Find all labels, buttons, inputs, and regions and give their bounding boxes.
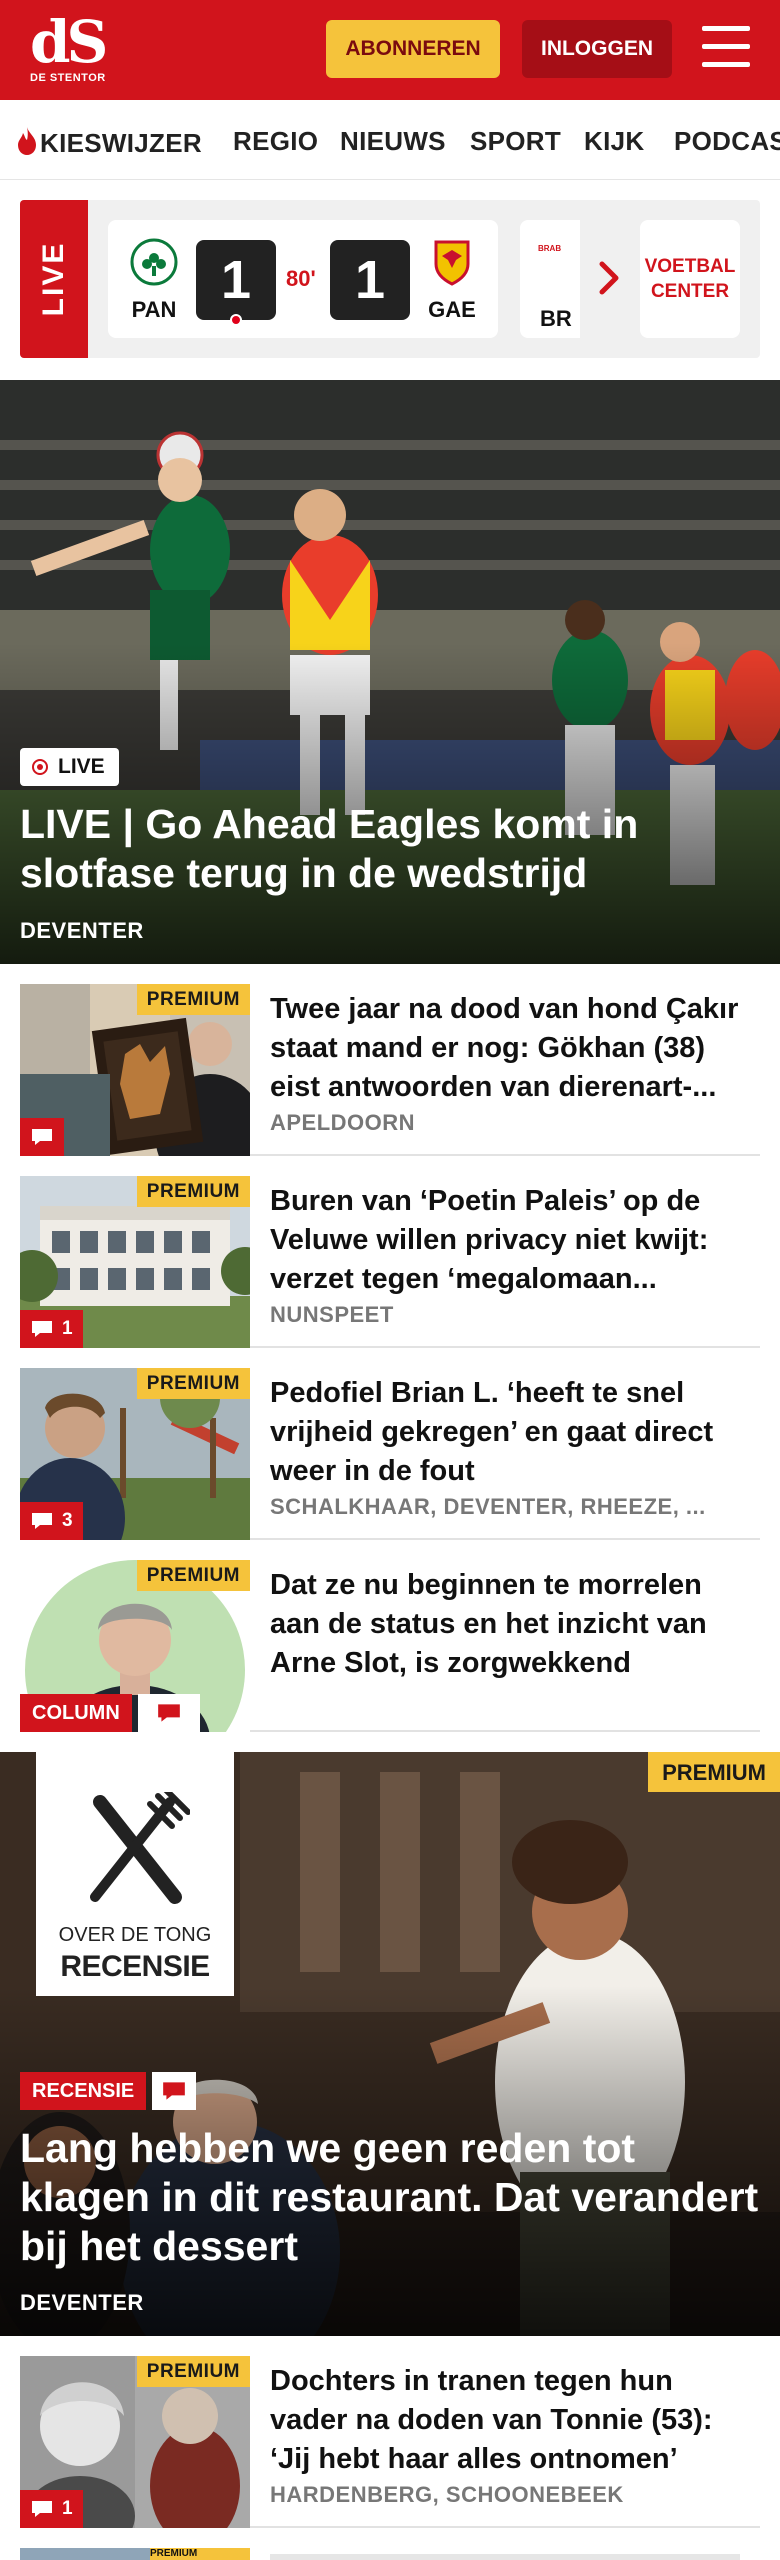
logo-mark: dS bbox=[30, 8, 108, 76]
article-title-peek bbox=[270, 2554, 740, 2560]
match-minute: 80' bbox=[286, 266, 316, 291]
comment-button[interactable] bbox=[152, 2072, 196, 2110]
live-indicator-dot bbox=[230, 314, 242, 326]
home-team: PAN bbox=[124, 238, 184, 323]
de-stentor-logo[interactable]: dS DE STENTOR bbox=[30, 8, 110, 86]
article-thumbnail: PREMIUM 1 bbox=[20, 1176, 250, 1348]
comment-count-value: 1 bbox=[62, 2498, 73, 2519]
article-title[interactable]: Dochters in tranen tegen hun vader na do… bbox=[270, 2362, 750, 2479]
match-card-pan-gae[interactable]: PAN 1 80' 1 GAE bbox=[108, 220, 498, 338]
article-location: SCHALKHAAR, DEVENTER, RHEEZE, ... bbox=[270, 1494, 706, 1519]
comment-bubble-icon bbox=[32, 2501, 52, 2517]
comment-bubble-icon bbox=[32, 1513, 52, 1529]
nav-item-regio[interactable]: REGIO bbox=[233, 126, 318, 157]
next-team-abbr: BR bbox=[540, 306, 572, 331]
logo-subtitle: DE STENTOR bbox=[30, 72, 106, 84]
away-team: GAE bbox=[422, 238, 482, 323]
nav-item-kijk[interactable]: KIJK bbox=[584, 126, 644, 157]
article-title[interactable]: Buren van ‘Poetin Paleis’ op de Veluwe w… bbox=[270, 1182, 750, 1299]
column-tag: COLUMN bbox=[20, 1694, 132, 1732]
go-ahead-eagles-crest-icon bbox=[434, 240, 470, 286]
article-title[interactable]: Pedofiel Brian L. ‘heeft te snel vrijhei… bbox=[270, 1374, 750, 1491]
comment-button[interactable] bbox=[138, 1694, 200, 1732]
comment-bubble-icon bbox=[158, 1704, 180, 1722]
comment-count-value: 3 bbox=[62, 1510, 73, 1531]
match-card-next[interactable]: BRAB BR bbox=[520, 220, 580, 338]
live-scores-strip: LIVE PAN 1 80' 1 GAE BRAB BR VOETBAL CEN… bbox=[20, 200, 760, 358]
article-location: HARDENBERG, SCHOONEBEEK bbox=[270, 2482, 624, 2507]
comment-count-value: 1 bbox=[62, 1318, 73, 1339]
article-thumbnail: PREMIUM 3 bbox=[20, 1368, 250, 1540]
review-location: DEVENTER bbox=[20, 2290, 144, 2315]
article-title[interactable]: Twee jaar na dood van hond Çakır staat m… bbox=[270, 990, 750, 1107]
away-team-abbr: GAE bbox=[428, 297, 476, 322]
top-header: dS DE STENTOR ABONNEREN INLOGGEN bbox=[0, 0, 780, 100]
premium-badge: PREMIUM bbox=[648, 1752, 780, 1792]
comment-bubble-icon bbox=[32, 1321, 52, 1337]
review-article[interactable]: PREMIUM OVER DE TONG RECENSIE RECENSIE L… bbox=[0, 1752, 780, 2336]
article-title[interactable]: Dat ze nu beginnen te morrelen aan de st… bbox=[270, 1566, 750, 1683]
article-location: NUNSPEET bbox=[270, 1302, 394, 1327]
premium-badge: PREMIUM bbox=[150, 2548, 250, 2560]
article-location: APELDOORN bbox=[270, 1110, 416, 1135]
hero-headline[interactable]: LIVE | Go Ahead Eagles komt in slotfase … bbox=[20, 800, 720, 898]
nav-item-kieswijzer[interactable]: KIESWIJZER bbox=[16, 126, 202, 159]
list-item[interactable]: PREMIUM COLUMN Dat ze nu beginnen te mor… bbox=[20, 1540, 760, 1732]
article-thumbnail: PREMIUM bbox=[20, 984, 250, 1156]
live-dot-icon bbox=[32, 759, 48, 775]
away-score: 1 bbox=[330, 240, 410, 320]
premium-badge: PREMIUM bbox=[136, 1368, 250, 1399]
article-thumbnail: PREMIUM 1 bbox=[20, 2356, 250, 2528]
recensie-tag: RECENSIE bbox=[20, 2072, 147, 2110]
article-thumbnail: PREMIUM COLUMN bbox=[20, 1560, 250, 1732]
list-item[interactable]: PREMIUM 1 Buren van ‘Poetin Paleis’ op d… bbox=[20, 1156, 760, 1348]
premium-badge: PREMIUM bbox=[136, 2356, 250, 2387]
panathinaikos-crest-icon bbox=[130, 238, 178, 286]
comment-count[interactable]: 1 bbox=[20, 2490, 83, 2528]
fork-knife-icon bbox=[90, 1792, 190, 1904]
flame-icon bbox=[18, 127, 36, 155]
list-item-peek[interactable]: PREMIUM bbox=[20, 2548, 760, 2560]
main-nav: KIESWIJZER REGIO NIEUWS SPORT KIJK PODCA… bbox=[0, 100, 780, 180]
hamburger-menu-icon[interactable] bbox=[700, 24, 752, 70]
comment-bubble-icon bbox=[163, 2082, 185, 2100]
nav-item-sport[interactable]: SPORT bbox=[470, 126, 561, 157]
logo-line-2: RECENSIE bbox=[60, 1950, 210, 1983]
premium-badge: PREMIUM bbox=[136, 1560, 250, 1591]
nav-item-nieuws[interactable]: NIEUWS bbox=[340, 126, 446, 157]
list-item[interactable]: PREMIUM Twee jaar na dood van hond Çakır… bbox=[20, 964, 760, 1156]
review-headline[interactable]: Lang hebben we geen reden tot klagen in … bbox=[20, 2124, 760, 2271]
chevron-right-icon[interactable] bbox=[590, 250, 630, 306]
nav-item-podcast[interactable]: PODCAS bbox=[674, 126, 780, 157]
voetbal-center-button[interactable]: VOETBAL CENTER bbox=[640, 220, 740, 338]
comment-count[interactable]: 1 bbox=[20, 1310, 83, 1348]
comment-count[interactable] bbox=[20, 1118, 64, 1156]
home-team-abbr: PAN bbox=[131, 297, 177, 322]
login-button[interactable]: INLOGGEN bbox=[522, 20, 672, 78]
premium-badge: PREMIUM bbox=[136, 984, 250, 1015]
hero-article[interactable]: LIVE LIVE | Go Ahead Eagles komt in slot… bbox=[0, 380, 780, 964]
live-label: LIVE bbox=[20, 200, 88, 358]
over-de-tong-logo: OVER DE TONG RECENSIE bbox=[36, 1752, 234, 1996]
nav-label-kieswijzer: KIESWIJZER bbox=[40, 128, 202, 158]
premium-badge: PREMIUM bbox=[136, 1176, 250, 1207]
list-item[interactable]: PREMIUM 1 Dochters in tranen tegen hun v… bbox=[20, 2336, 760, 2528]
home-score: 1 bbox=[196, 240, 276, 326]
comment-bubble-icon bbox=[32, 1129, 52, 1145]
logo-line-1: OVER DE TONG bbox=[58, 1924, 212, 1946]
next-team-crest: BRAB bbox=[538, 244, 562, 253]
hero-location: DEVENTER bbox=[20, 918, 144, 943]
list-item[interactable]: PREMIUM 3 Pedofiel Brian L. ‘heeft te sn… bbox=[20, 1348, 760, 1540]
subscribe-button[interactable]: ABONNEREN bbox=[326, 20, 500, 78]
live-chip: LIVE bbox=[20, 748, 119, 786]
comment-count[interactable]: 3 bbox=[20, 1502, 83, 1540]
